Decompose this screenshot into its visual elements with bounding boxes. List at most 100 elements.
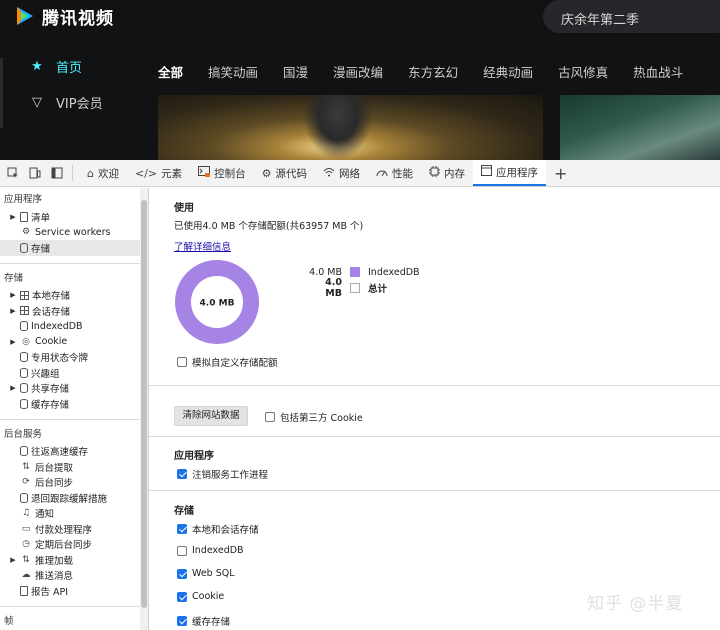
clock-icon: ◷: [22, 539, 30, 550]
tree-item-manifest[interactable]: ▶ 清单: [0, 209, 140, 225]
tree-section-title: 帧: [4, 615, 14, 627]
tab-console-label: 控制台: [214, 167, 246, 180]
side-nav-home-label: 首页: [56, 60, 83, 76]
banner-image[interactable]: [158, 95, 543, 160]
tab-application[interactable]: 应用程序: [473, 160, 546, 186]
storage-option-checkbox[interactable]: [177, 591, 187, 602]
tree-item-storage[interactable]: 存储: [0, 240, 140, 256]
tree-item-label: 共享存储: [31, 384, 70, 396]
tree-item-label: 通知: [35, 509, 55, 521]
tree-item-shared-storage[interactable]: ▶ 共享存储: [0, 381, 140, 397]
storage-option-checkbox[interactable]: [177, 524, 187, 534]
site-logo[interactable]: 腾讯视频: [14, 4, 114, 29]
tab-memory[interactable]: 内存: [421, 160, 473, 186]
code-icon: </>: [134, 166, 158, 180]
tree-item-speculative-loads[interactable]: ▶ ⇅ 推理加载: [0, 552, 140, 568]
tree-item-cookie[interactable]: ▶ ◎ Cookie: [0, 334, 140, 350]
expand-arrow-icon[interactable]: ▶: [9, 338, 17, 346]
clear-site-data-button[interactable]: 清除网站数据: [174, 406, 248, 426]
banner-image-secondary[interactable]: [560, 95, 720, 160]
table-icon: [20, 290, 29, 300]
unregister-sw-row[interactable]: 注销服务工作进程: [177, 467, 268, 481]
sidebar-toggle-icon[interactable]: [48, 160, 66, 186]
tree-item-local-storage[interactable]: ▶ 本地存储: [0, 288, 140, 304]
tree-item-label: 报告 API: [31, 586, 69, 598]
tree-item-reporting-api[interactable]: 报告 API: [0, 583, 140, 599]
storage-option-row[interactable]: 本地和会话存储: [177, 522, 259, 536]
tree-item-bfcache[interactable]: 往返高速缓存: [0, 444, 140, 460]
usage-donut-chart: 4.0 MB: [175, 260, 259, 344]
storage-option-row[interactable]: Web SQL: [177, 568, 235, 579]
wifi-icon: [323, 167, 335, 180]
category-tab[interactable]: 搞笑动画: [208, 62, 258, 82]
tree-item-periodic-sync[interactable]: ◷ 定期后台同步: [0, 537, 140, 553]
storage-option-row[interactable]: 缓存存储: [177, 614, 230, 628]
side-nav-vip[interactable]: ▽ VIP会员: [0, 84, 150, 120]
search-input[interactable]: 庆余年第二季: [543, 0, 720, 33]
custom-quota-checkbox[interactable]: [177, 357, 187, 367]
database-icon: [20, 352, 28, 363]
tree-item-background-fetch[interactable]: ⇅ 后台提取: [0, 459, 140, 475]
category-tab[interactable]: 漫画改编: [333, 62, 383, 82]
expand-arrow-icon[interactable]: ▶: [9, 307, 17, 315]
storage-option-checkbox[interactable]: [177, 545, 187, 556]
application-tree-panel: 应用程序 ▶ 清单 ⚙ Service workers 存储 存储 ▶ 本地存储…: [0, 188, 140, 630]
inspect-element-icon[interactable]: [4, 160, 22, 186]
usage-legend: 4.0 MB IndexedDB 4.0 MB 总计: [306, 264, 419, 300]
file-icon: [20, 585, 28, 596]
tree-item-notifications[interactable]: ♫ 通知: [0, 506, 140, 522]
tab-welcome[interactable]: ⌂ 欢迎: [79, 160, 127, 186]
tree-item-background-sync[interactable]: ⟳ 后台同步: [0, 475, 140, 491]
scrollbar-thumb[interactable]: [141, 200, 147, 608]
tree-item-service-workers[interactable]: ⚙ Service workers: [0, 225, 140, 241]
section-divider: [149, 385, 720, 386]
tree-item-interest-groups[interactable]: 兴趣组: [0, 365, 140, 381]
category-tab[interactable]: 经典动画: [483, 62, 533, 82]
tree-item-indexeddb[interactable]: IndexedDB: [0, 319, 140, 335]
tree-item-cache-storage[interactable]: 缓存存储: [0, 396, 140, 412]
tab-memory-label: 内存: [444, 167, 465, 180]
category-tab[interactable]: 热血战斗: [633, 62, 683, 82]
tree-item-bounce-tracking[interactable]: 退回跟踪缓解措施: [0, 490, 140, 506]
custom-quota-row[interactable]: 模拟自定义存储配额: [177, 355, 278, 369]
storage-option-checkbox[interactable]: [177, 616, 187, 626]
up-down-arrows-icon: ⇅: [22, 461, 30, 472]
tab-application-label: 应用程序: [496, 166, 538, 179]
storage-option-label: 缓存存储: [192, 617, 231, 628]
database-icon: [20, 321, 28, 332]
site-logo-text: 腾讯视频: [42, 8, 114, 29]
storage-option-checkbox[interactable]: [177, 568, 187, 579]
category-tab[interactable]: 全部: [158, 62, 183, 82]
side-nav-home[interactable]: ★ 首页: [0, 48, 150, 84]
tab-elements[interactable]: </> 元素: [127, 160, 190, 186]
add-tab-icon[interactable]: +: [546, 160, 575, 186]
tree-item-session-storage[interactable]: ▶ 会话存储: [0, 303, 140, 319]
expand-arrow-icon[interactable]: ▶: [9, 384, 17, 392]
tab-network[interactable]: 网络: [315, 160, 368, 186]
bug-icon: ⚙: [261, 166, 272, 180]
tab-sources[interactable]: ⚙ 源代码: [254, 160, 315, 186]
tree-item-label: Cookie: [35, 336, 68, 348]
unregister-sw-checkbox[interactable]: [177, 469, 187, 479]
expand-arrow-icon[interactable]: ▶: [9, 291, 17, 299]
expand-arrow-icon[interactable]: ▶: [9, 213, 17, 221]
category-tab[interactable]: 国漫: [283, 62, 308, 82]
toolbar-separator: [72, 165, 73, 181]
category-tab[interactable]: 古风修真: [558, 62, 608, 82]
tab-console[interactable]: 控制台: [190, 160, 254, 186]
third-party-cookie-row[interactable]: 包括第三方 Cookie: [265, 410, 363, 424]
tree-item-label: 后台提取: [35, 462, 74, 474]
category-tab[interactable]: 东方玄幻: [408, 62, 458, 82]
section-divider: [0, 605, 140, 607]
storage-option-row[interactable]: Cookie: [177, 591, 224, 602]
expand-arrow-icon[interactable]: ▶: [9, 556, 17, 564]
learn-more-link[interactable]: 了解详细信息: [174, 239, 231, 253]
tree-scrollbar[interactable]: [140, 188, 148, 630]
device-toolbar-icon[interactable]: [26, 160, 44, 186]
storage-option-row[interactable]: IndexedDB: [177, 545, 244, 556]
third-party-cookie-checkbox[interactable]: [265, 412, 275, 422]
tree-item-push-messaging[interactable]: ☁ 推送消息: [0, 568, 140, 584]
tab-performance[interactable]: 性能: [368, 160, 421, 186]
tree-item-payment-handler[interactable]: ▭ 付款处理程序: [0, 521, 140, 537]
tree-item-private-state-tokens[interactable]: 专用状态令牌: [0, 350, 140, 366]
